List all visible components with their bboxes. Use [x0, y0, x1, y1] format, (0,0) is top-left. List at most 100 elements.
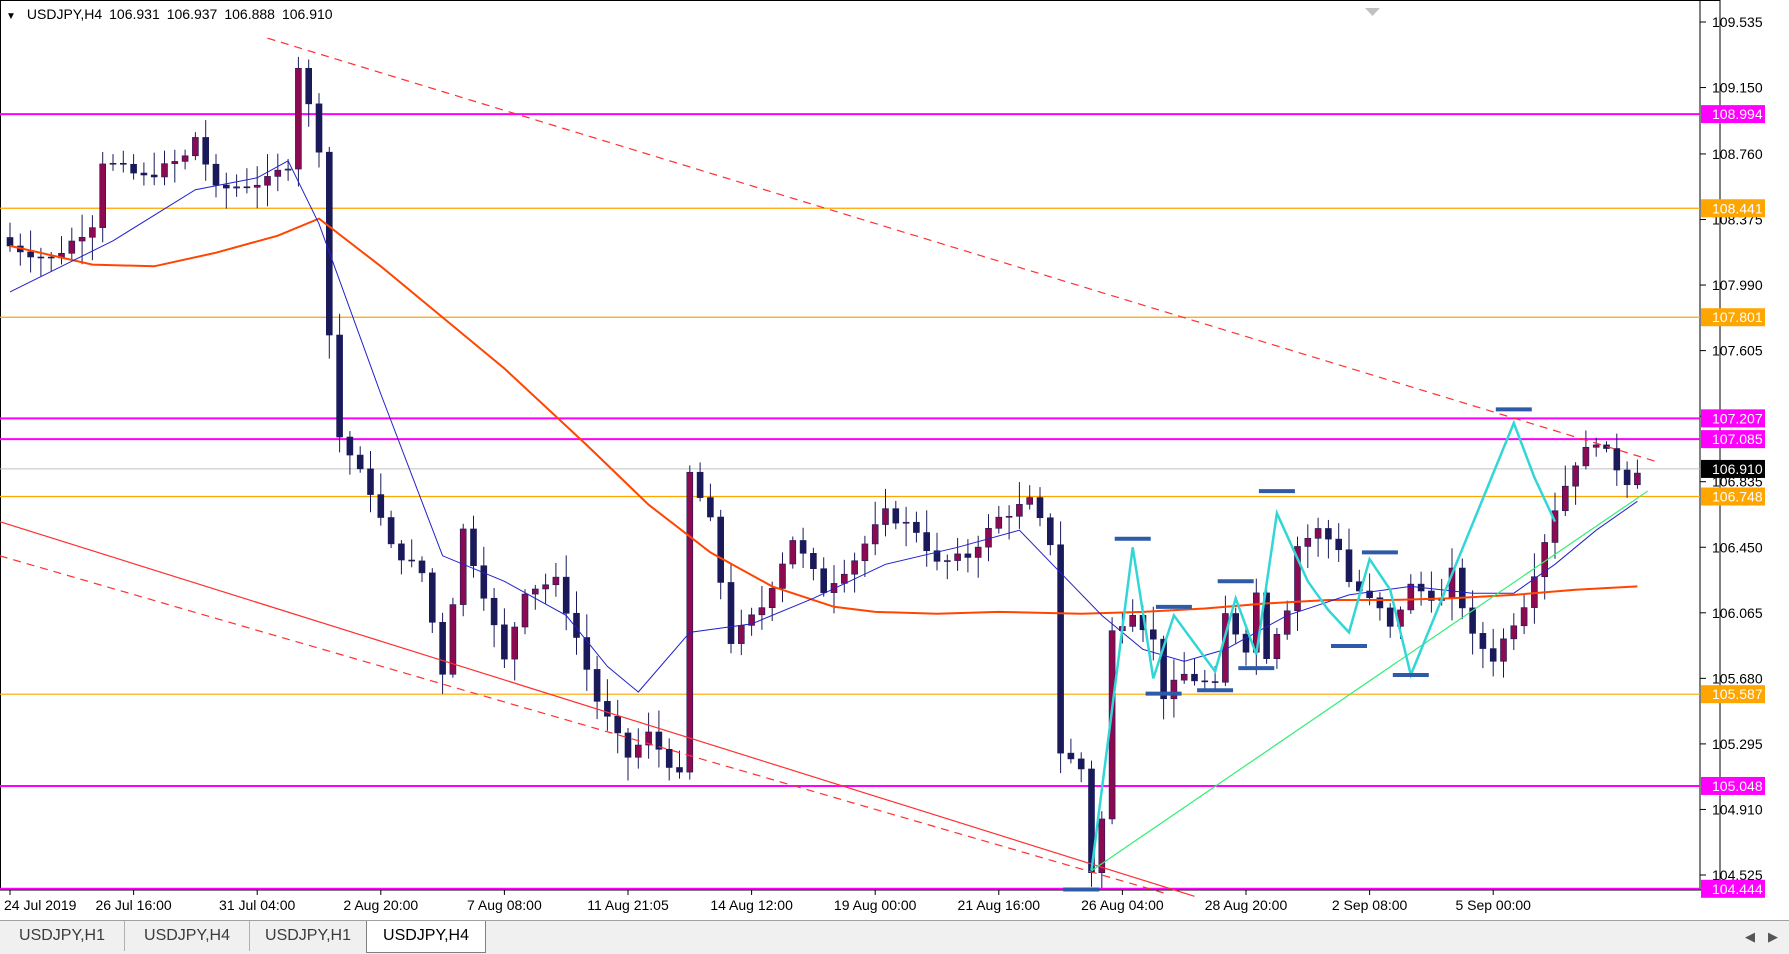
price-tick-label: 109.535 — [1712, 14, 1763, 30]
level-label: 106.748 — [1712, 489, 1763, 505]
bull-candle — [768, 588, 776, 608]
bear-candle — [1345, 549, 1353, 583]
bull-candle — [1273, 634, 1281, 660]
bull-candle — [1129, 615, 1136, 627]
bull-candle — [284, 168, 292, 171]
bull-candle — [511, 626, 519, 660]
bull-candle — [840, 573, 848, 584]
bear-candle — [387, 517, 395, 545]
bear-candle — [1623, 469, 1631, 486]
bear-candle — [1613, 448, 1621, 471]
bear-candle — [490, 597, 498, 626]
bear-candle — [1036, 497, 1044, 519]
bull-candle — [974, 546, 982, 558]
bear-candle — [439, 621, 446, 675]
bull-candle — [1407, 583, 1415, 611]
bear-candle — [398, 543, 405, 561]
price-tick-label: 106.450 — [1712, 539, 1763, 555]
bull-candle — [871, 524, 879, 545]
time-tick-label: 5 Sep 00:00 — [1455, 897, 1531, 913]
bull-candle — [274, 169, 282, 177]
bear-candle — [892, 508, 900, 524]
bull-candle — [264, 176, 271, 186]
tab-label: USDJPY,H1 — [19, 927, 105, 944]
caret-down-icon[interactable]: ▼ — [6, 11, 16, 22]
bear-candle — [717, 516, 725, 583]
scroll-left-icon[interactable]: ◀ — [1745, 929, 1755, 945]
bear-candle — [562, 576, 570, 614]
time-tick-label: 7 Aug 08:00 — [467, 897, 542, 913]
tab-usdjpy-h4-active[interactable]: USDJPY,H4 — [366, 921, 486, 953]
bull-candle — [1180, 673, 1188, 681]
bear-candle — [820, 568, 828, 593]
price-tick-label: 109.150 — [1712, 80, 1763, 96]
time-tick-label: 11 Aug 21:05 — [587, 897, 669, 913]
tab-usdjpy-h4-1[interactable]: USDJPY,H4 — [125, 921, 250, 951]
bear-candle — [212, 163, 220, 186]
bear-candle — [305, 68, 313, 105]
bull-candle — [171, 161, 179, 164]
bull-candle — [861, 543, 869, 562]
time-tick-label: 19 Aug 00:00 — [834, 897, 917, 913]
bear-candle — [1191, 673, 1198, 682]
bull-candle — [1520, 607, 1528, 627]
bull-candle — [882, 508, 889, 525]
bull-candle — [789, 540, 797, 565]
bear-candle — [346, 436, 354, 456]
bull-candle — [531, 588, 539, 595]
bear-candle — [707, 497, 714, 518]
bear-candle — [202, 137, 209, 165]
bull-candle — [552, 576, 560, 586]
bear-candle — [377, 494, 385, 518]
bear-candle — [325, 151, 333, 336]
bear-candle — [665, 748, 673, 768]
bear-candle — [315, 103, 323, 153]
bear-candle — [810, 552, 817, 570]
bear-candle — [47, 256, 55, 259]
bear-candle — [6, 237, 14, 247]
chart-canvas[interactable]: 109.535109.150108.760108.375107.990107.6… — [0, 0, 1789, 920]
bull-candle — [1005, 515, 1013, 518]
bull-candle — [521, 593, 529, 628]
bear-candle — [1047, 517, 1054, 546]
bear-candle — [964, 553, 972, 558]
bear-candle — [130, 164, 137, 174]
bull-candle — [459, 528, 467, 605]
bear-candle — [1325, 528, 1332, 540]
level-label: 108.994 — [1712, 106, 1763, 122]
bull-candle — [1314, 528, 1322, 539]
bear-candle — [150, 174, 158, 178]
bull-candle — [192, 137, 199, 157]
bear-candle — [1057, 544, 1064, 754]
time-tick-label: 28 Aug 20:00 — [1205, 897, 1288, 913]
bear-candle — [1479, 633, 1487, 649]
bear-candle — [1232, 613, 1239, 635]
tab-usdjpy-h1-1[interactable]: USDJPY,H1 — [0, 921, 125, 951]
time-tick-label: 2 Sep 08:00 — [1332, 897, 1408, 913]
bull-candle — [99, 163, 106, 228]
scroll-right-icon[interactable]: ▶ — [1768, 929, 1778, 945]
price-tick-label: 107.605 — [1712, 343, 1763, 359]
bull-candle — [737, 625, 745, 644]
bear-candle — [501, 624, 508, 660]
bull-candle — [686, 471, 694, 773]
bear-candle — [1459, 567, 1466, 609]
bear-candle — [336, 334, 343, 438]
bear-candle — [223, 184, 230, 189]
bear-candle — [27, 251, 34, 258]
bull-candle — [1572, 465, 1579, 487]
symbol-label: USDJPY,H4 — [26, 6, 103, 22]
time-tick-label: 26 Aug 04:00 — [1081, 897, 1164, 913]
bear-candle — [604, 701, 611, 717]
plot-frame — [0, 0, 1721, 891]
tab-usdjpy-h1-2[interactable]: USDJPY,H1 — [250, 921, 367, 951]
price-chart[interactable]: 109.535 109.150 108.760 108.375 107.990 107.6… — [0, 0, 1789, 920]
bull-candle — [1562, 485, 1569, 512]
price-tick-label: 105.680 — [1712, 670, 1763, 686]
level-label: 107.801 — [1712, 309, 1763, 325]
shift-marker-icon — [1365, 8, 1380, 16]
bear-candle — [367, 468, 374, 495]
bear-candle — [799, 540, 807, 554]
bear-candle — [727, 582, 735, 644]
bear-candle — [428, 572, 436, 623]
